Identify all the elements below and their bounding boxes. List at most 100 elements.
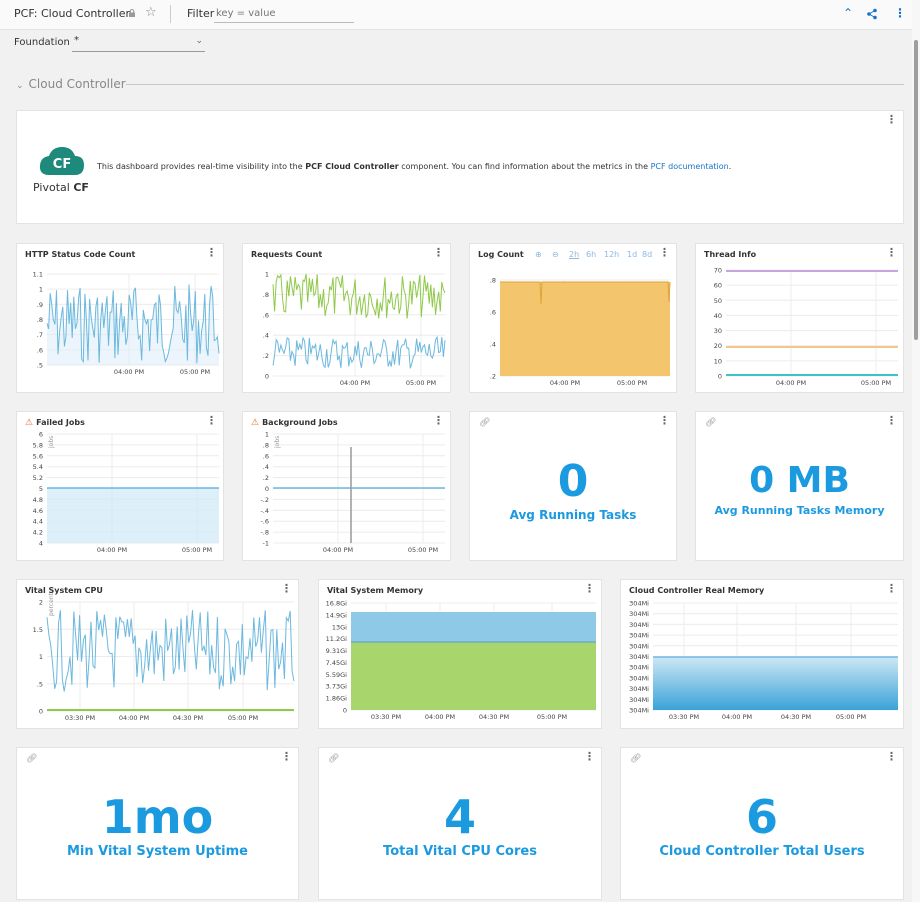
x-tick-label: 05:00 PM: [182, 546, 212, 554]
y-tick-label: 60: [714, 282, 722, 290]
y-tick-label: -.8: [260, 529, 269, 537]
brand-name: Pivotal CF: [33, 181, 89, 194]
section-divider: [126, 84, 904, 85]
background-jobs-chart: 1 .8 .6 .4 .2 0 -.2 -.4 -.6 -.8 -1 04:00 PM 05:00 PM…: [260, 431, 445, 554]
y-tick-label: 10: [714, 357, 722, 365]
stat-label: Avg Running Tasks: [509, 508, 637, 522]
link-icon[interactable]: 🔗︎: [479, 418, 490, 428]
x-tick-label: 04:00 PM: [340, 379, 370, 387]
foundation-value: *: [74, 35, 79, 46]
real-memory-area: [653, 657, 898, 710]
cpu-series-line: [46, 609, 295, 692]
panel-menu-icon[interactable]: ⋮: [886, 415, 897, 426]
y-tick-label: .8: [37, 316, 43, 324]
y-tick-label: 16.8Gi: [326, 600, 348, 608]
section-title: Cloud Controller: [28, 77, 126, 91]
chevron-down-icon: ⌄: [195, 36, 203, 46]
link-icon[interactable]: 🔗︎: [630, 754, 641, 764]
panel-menu-icon[interactable]: ⋮: [886, 751, 897, 762]
log-count-area: [500, 282, 670, 376]
pcf-documentation-link[interactable]: PCF documentation: [651, 162, 729, 171]
log-count-panel: Log Count ⊕ ⊖ 2h 6h 12h 1d 8d ⋮ .8.6.4.2…: [469, 243, 677, 393]
x-tick-label: 04:00 PM: [97, 546, 127, 554]
stat-label: Total Vital CPU Cores: [383, 844, 537, 859]
y-tick-label: 30: [714, 327, 722, 335]
filter-label: Filter: [187, 7, 215, 20]
y-tick-label: 304Mi: [629, 621, 649, 629]
y-tick-label: 5: [39, 485, 43, 493]
lock-icon: [129, 9, 135, 17]
dashboard-header: PCF: Cloud Controller ☆ Filter ⌃ ⋮: [0, 0, 912, 30]
x-tick-label: 05:00 PM: [406, 379, 436, 387]
y-tick-label: 1.86Gi: [326, 695, 348, 703]
y-tick-label: .5: [37, 362, 43, 370]
requests-count-chart: 1 .8 .6 .4 .2 0 04:00 PM 05:00 PM: [263, 271, 446, 387]
failed-jobs-area: [47, 488, 219, 543]
y-tick-label: 11.2Gi: [326, 635, 348, 643]
y-tick-label: 2: [39, 599, 43, 607]
y-tick-label: .6: [37, 346, 43, 354]
y-tick-label: 304Mi: [629, 674, 649, 682]
y-tick-label: .2: [263, 474, 269, 482]
y-tick-label: 304Mi: [629, 707, 649, 715]
pivotal-cf-logo: CF: [39, 147, 84, 175]
panel-menu-icon[interactable]: ⋮: [659, 415, 670, 426]
stat-value: 0 MB: [749, 460, 850, 501]
share-icon[interactable]: [866, 8, 878, 20]
y-tick-label: .4: [490, 341, 496, 349]
panel-menu-icon[interactable]: ⋮: [886, 114, 897, 125]
failed-jobs-chart: 6 5.8 5.6 5.4 5.2 5 4.8 4.6 4.4 4.2 4 04:00 PM 05:00…: [33, 431, 219, 554]
y-tick-label: -1: [263, 540, 269, 548]
scrollbar-thumb[interactable]: [914, 40, 918, 340]
y-tick-label: 70: [714, 267, 722, 275]
x-tick-label: 04:30 PM: [781, 713, 811, 721]
y-tick-label: .6: [263, 452, 269, 460]
x-tick-label: 05:00 PM: [861, 379, 891, 387]
y-unit-label: jobs: [48, 436, 55, 449]
y-unit-label: percent: [48, 592, 55, 616]
y-tick-label: 40: [714, 312, 722, 320]
x-tick-label: 05:00 PM: [180, 368, 210, 376]
y-tick-label: .8: [490, 277, 496, 285]
section-header[interactable]: ⌄ Cloud Controller: [16, 77, 126, 91]
requests-series-1xx-line: [272, 273, 446, 319]
link-icon[interactable]: 🔗︎: [328, 754, 339, 764]
y-tick-label: 5.2: [33, 474, 43, 482]
x-tick-label: 05:00 PM: [617, 379, 647, 387]
y-tick-label: 5.4: [33, 463, 43, 471]
y-tick-label: 4: [39, 540, 43, 548]
x-tick-label: 05:00 PM: [228, 714, 258, 722]
link-icon[interactable]: 🔗︎: [705, 418, 716, 428]
y-tick-label: .8: [263, 291, 269, 299]
filter-input[interactable]: [214, 4, 354, 23]
stat-label: Min Vital System Uptime: [66, 844, 248, 859]
y-tick-label: 1: [39, 653, 43, 661]
y-tick-label: .4: [263, 463, 269, 471]
page-scrollbar[interactable]: [912, 0, 920, 902]
info-panel: ⋮ CF Pivotal CF This dashboard provides …: [16, 110, 904, 224]
y-tick-label: .2: [263, 352, 269, 360]
y-tick-label: 50: [714, 297, 722, 305]
more-options-icon[interactable]: ⋮: [894, 6, 906, 20]
requests-count-panel: Requests Count ⋮ 1.8.6.4.2 0 04:00 PM 05:00…: [242, 243, 451, 393]
http-status-panel: HTTP Status Code Count ⋮ 1.1 1.9.8.7.6.5 0…: [16, 243, 224, 393]
y-tick-label: 20: [714, 342, 722, 350]
x-tick-label: 05:00 PM: [537, 713, 567, 721]
link-icon[interactable]: 🔗︎: [26, 754, 37, 764]
y-tick-label: 0: [265, 373, 269, 381]
stat-label: Cloud Controller Total Users: [659, 844, 865, 859]
avg-running-tasks-panel: 🔗︎ ⋮ 0 Avg Running Tasks: [469, 411, 677, 561]
panel-menu-icon[interactable]: ⋮: [584, 751, 595, 762]
collapse-all-icon[interactable]: ⌃: [843, 6, 853, 20]
thread-info-chart: 70 60 50 40 30 20 10 0 04:00 PM 05:00 PM: [714, 267, 898, 387]
y-tick-label: 304Mi: [629, 600, 649, 608]
favorite-star-icon[interactable]: ☆: [145, 5, 157, 20]
x-tick-label: 04:00 PM: [425, 713, 455, 721]
y-tick-label: .2: [490, 373, 496, 381]
foundation-select[interactable]: * ⌄: [72, 35, 205, 52]
y-tick-label: 4.8: [33, 496, 43, 504]
y-tick-label: .8: [263, 441, 269, 449]
x-tick-label: 04:30 PM: [479, 713, 509, 721]
y-tick-label: 304Mi: [629, 653, 649, 661]
panel-menu-icon[interactable]: ⋮: [281, 751, 292, 762]
